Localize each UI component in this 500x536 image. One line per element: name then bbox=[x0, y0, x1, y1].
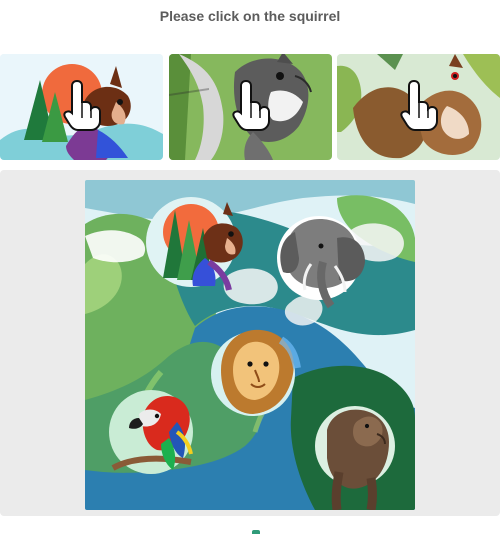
example-image-2 bbox=[169, 54, 332, 160]
pointer-cursor-icon bbox=[400, 79, 438, 131]
pointer-cursor-icon bbox=[232, 79, 270, 131]
captcha-scene[interactable] bbox=[85, 180, 415, 510]
pointer-cursor-icon bbox=[63, 79, 101, 131]
example-images bbox=[0, 54, 500, 160]
example-image-3 bbox=[337, 54, 500, 160]
example-image-1 bbox=[0, 54, 163, 160]
captcha-page: Please click on the squirrel bbox=[0, 0, 500, 536]
captcha-panel bbox=[0, 170, 500, 516]
footer-accent bbox=[252, 530, 260, 534]
scene-parrot[interactable] bbox=[109, 390, 193, 474]
scene-illustration bbox=[85, 180, 415, 510]
captcha-instruction: Please click on the squirrel bbox=[159, 8, 341, 24]
